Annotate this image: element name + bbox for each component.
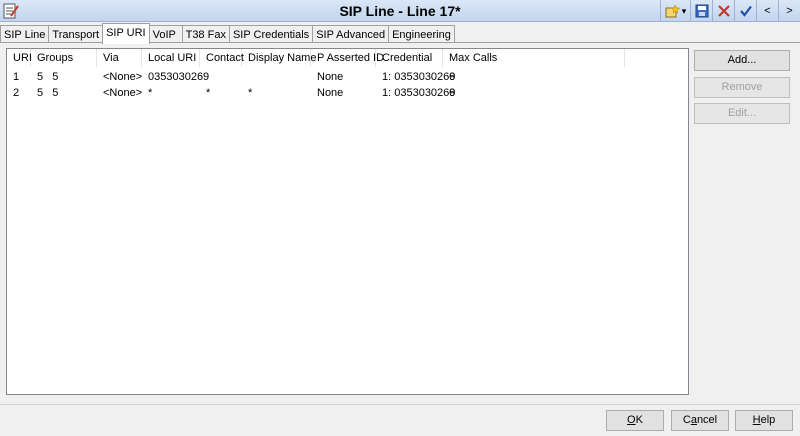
remove-button[interactable]: Remove xyxy=(694,77,790,98)
cell-via: <None> xyxy=(103,71,143,83)
cell-p-asserted-id: None xyxy=(317,71,344,83)
new-item-button[interactable]: ▾ xyxy=(660,0,690,22)
add-button[interactable]: Add... xyxy=(694,50,790,71)
ok-button-mnemonic: O xyxy=(627,414,636,426)
cell-contact: * xyxy=(206,87,211,99)
table-row[interactable]: 2 5 5 <None> * * * None 1: 0353030269 6 xyxy=(7,85,688,101)
column-header-p-asserted-id[interactable]: P Asserted ID xyxy=(311,49,384,67)
cell-p-asserted-id: None xyxy=(317,87,344,99)
column-header-contact[interactable]: Contact xyxy=(200,49,244,67)
cell-uri: 1 xyxy=(13,71,20,83)
column-header-groups[interactable]: Groups xyxy=(31,49,97,67)
delete-button[interactable] xyxy=(712,0,734,22)
divider xyxy=(0,404,800,405)
ok-check-button[interactable] xyxy=(734,0,756,22)
cancel-button-label-end: ncel xyxy=(696,414,718,426)
column-header-via[interactable]: Via xyxy=(97,49,142,67)
cancel-button[interactable]: Cancel xyxy=(671,410,729,431)
ok-button-label: K xyxy=(635,414,643,426)
sip-uri-panel: URI Groups Via Local URI Contact Display… xyxy=(0,42,800,404)
previous-button[interactable]: < xyxy=(756,0,778,22)
chevron-left-icon: < xyxy=(764,5,771,17)
new-item-icon xyxy=(665,4,681,18)
tab-strip: SIP Line Transport SIP URI VoIP T38 Fax … xyxy=(0,23,455,44)
title-toolbar: ▾ < > xyxy=(660,0,800,22)
title-bar: SIP Line - Line 17* ▾ < > xyxy=(0,0,800,22)
ok-button[interactable]: OK xyxy=(606,410,664,431)
column-header-display-name[interactable]: Display Name xyxy=(242,49,316,67)
next-button[interactable]: > xyxy=(778,0,800,22)
delete-x-icon xyxy=(717,5,730,17)
edit-document-icon xyxy=(2,2,20,20)
cancel-button-label-start: C xyxy=(682,414,691,426)
table-row[interactable]: 1 5 5 <None> 0353030269 None 1: 03530302… xyxy=(7,69,688,85)
cell-contact xyxy=(200,69,206,85)
help-button-mnemonic: H xyxy=(752,414,761,426)
column-header-credential[interactable]: Credential xyxy=(376,49,443,67)
cell-display-name xyxy=(242,69,248,85)
column-header-max-calls[interactable]: Max Calls xyxy=(443,49,625,67)
column-header-uri[interactable]: URI xyxy=(7,49,32,67)
help-button-label: elp xyxy=(760,414,776,426)
cell-groups: 5 5 xyxy=(37,71,59,83)
checkmark-icon xyxy=(739,5,752,17)
save-icon xyxy=(695,4,709,18)
help-button[interactable]: Help xyxy=(735,410,793,431)
cell-uri: 2 xyxy=(13,87,20,99)
sip-uri-list[interactable]: URI Groups Via Local URI Contact Display… xyxy=(6,48,689,395)
cell-groups: 5 5 xyxy=(37,87,59,99)
cell-max-calls: 6 xyxy=(449,87,456,99)
list-header: URI Groups Via Local URI Contact Display… xyxy=(7,49,688,67)
menu-arrow: ▾ xyxy=(681,5,687,16)
cell-via: <None> xyxy=(103,87,143,99)
cell-max-calls: 6 xyxy=(449,71,456,83)
column-header-local-uri[interactable]: Local URI xyxy=(142,49,200,67)
chevron-right-icon: > xyxy=(786,5,793,17)
cell-display-name: * xyxy=(248,87,253,99)
cell-local-uri: * xyxy=(148,87,153,99)
save-button[interactable] xyxy=(690,0,712,22)
edit-button[interactable]: Edit... xyxy=(694,103,790,124)
tab-sip-uri[interactable]: SIP URI xyxy=(102,23,150,44)
